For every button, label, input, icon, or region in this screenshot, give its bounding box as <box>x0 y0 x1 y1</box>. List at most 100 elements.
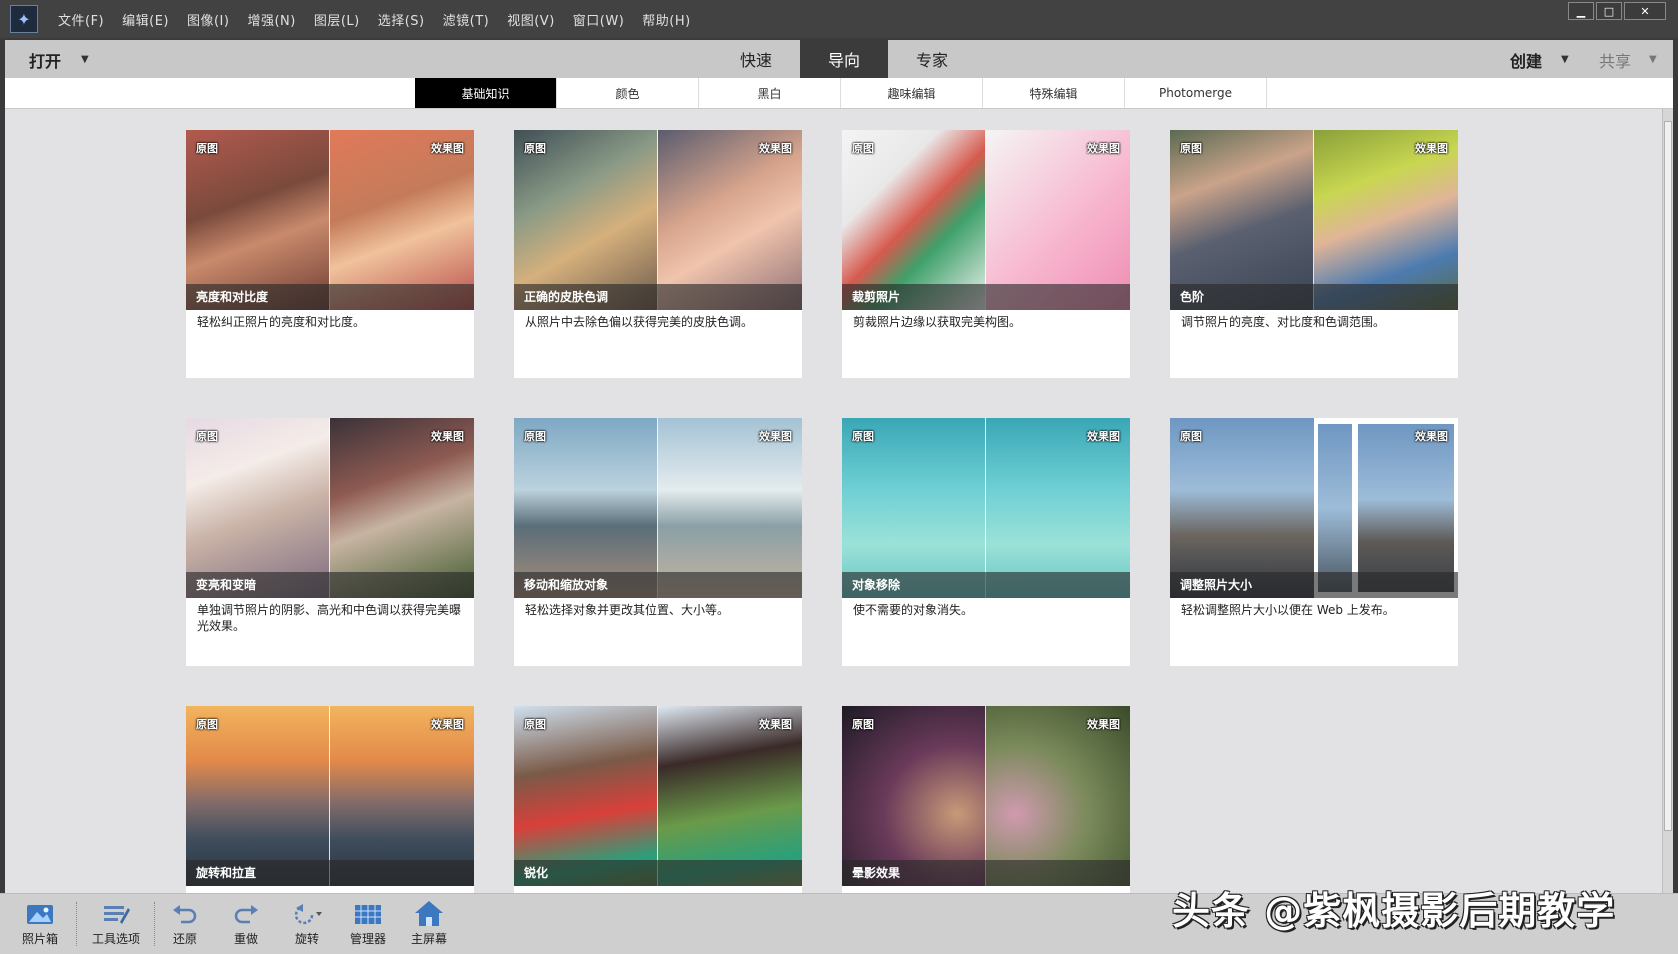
before-badge: 原图 <box>1180 430 1202 443</box>
card-object-removal[interactable]: 原图 效果图 对象移除 使不需要的对象消失。 <box>842 418 1130 666</box>
card-thumbnail: 原图 效果图 亮度和对比度 <box>186 130 474 310</box>
redo-label: 重做 <box>233 932 258 946</box>
scrollbar-thumb[interactable] <box>1664 121 1672 831</box>
menu-select[interactable]: 选择(S) <box>378 10 425 29</box>
guided-edit-grid: 原图 效果图 亮度和对比度 轻松纠正照片的亮度和对比度。 原图 效果图 正确的皮… <box>5 109 1662 893</box>
open-button[interactable]: 打开 <box>29 48 61 72</box>
minimize-button[interactable]: ▁ <box>1568 2 1594 20</box>
after-badge: 效果图 <box>1087 430 1120 443</box>
after-badge: 效果图 <box>1415 142 1448 155</box>
card-lighten-darken[interactable]: 原图 效果图 变亮和变暗 单独调节照片的阴影、高光和中色调以获得完美曝光效果。 <box>186 418 474 666</box>
card-title: 裁剪照片 <box>842 284 1130 310</box>
card-description: 剪裁照片边缘以获取完美构图。 <box>853 315 1022 329</box>
card-skin-tone[interactable]: 原图 效果图 正确的皮肤色调 从照片中去除色偏以获得完美的皮肤色调。 <box>514 130 802 378</box>
before-badge: 原图 <box>1180 142 1202 155</box>
app-logo-icon: ✦ <box>10 5 38 33</box>
before-badge: 原图 <box>196 430 218 443</box>
after-badge: 效果图 <box>1087 142 1120 155</box>
photo-bin-button[interactable]: 照片箱 <box>10 900 70 947</box>
card-title: 晕影效果 <box>842 860 1130 886</box>
card-description: 轻松选择对象并更改其位置、大小等。 <box>525 603 730 617</box>
content-scrollbar[interactable] <box>1662 109 1673 893</box>
mode-quick[interactable]: 快速 <box>712 40 800 78</box>
home-label: 主屏幕 <box>410 932 447 946</box>
create-dropdown-icon[interactable]: ▼ <box>1561 54 1569 65</box>
after-badge: 效果图 <box>431 718 464 731</box>
before-badge: 原图 <box>852 718 874 731</box>
tab-color[interactable]: 颜色 <box>557 78 699 108</box>
card-thumbnail: 原图 效果图 正确的皮肤色调 <box>514 130 802 310</box>
organizer-button[interactable]: 管理器 <box>338 900 398 947</box>
share-button[interactable]: 共享 <box>1599 48 1631 72</box>
card-title: 亮度和对比度 <box>186 284 474 310</box>
before-badge: 原图 <box>524 142 546 155</box>
menu-list: 文件(F) 编辑(E) 图像(I) 增强(N) 图层(L) 选择(S) 滤镜(T… <box>58 0 709 38</box>
after-badge: 效果图 <box>1087 718 1120 731</box>
menu-image[interactable]: 图像(I) <box>187 10 229 29</box>
card-crop-photo[interactable]: 原图 效果图 裁剪照片 剪裁照片边缘以获取完美构图。 <box>842 130 1130 378</box>
card-brightness-contrast[interactable]: 原图 效果图 亮度和对比度 轻松纠正照片的亮度和对比度。 <box>186 130 474 378</box>
card-title: 旋转和拉直 <box>186 860 474 886</box>
card-thumbnail: 原图 效果图 调整照片大小 <box>1170 418 1458 598</box>
rotate-icon <box>292 900 322 928</box>
watermark-text: 头条 @紫枫摄影后期教学 <box>1172 889 1616 933</box>
card-description: 调节照片的亮度、对比度和色调范围。 <box>1181 315 1386 329</box>
tool-options-button[interactable]: 工具选项 <box>86 900 146 947</box>
after-badge: 效果图 <box>759 430 792 443</box>
tool-options-icon <box>101 900 131 928</box>
redo-button[interactable]: 重做 <box>216 900 276 947</box>
open-dropdown-icon[interactable]: ▼ <box>81 54 89 65</box>
before-badge: 原图 <box>852 142 874 155</box>
card-title: 移动和缩放对象 <box>514 572 802 598</box>
tab-photomerge[interactable]: Photomerge <box>1125 78 1267 108</box>
menu-window[interactable]: 窗口(W) <box>573 10 625 29</box>
tab-black-white[interactable]: 黑白 <box>699 78 841 108</box>
share-dropdown-icon[interactable]: ▼ <box>1649 54 1657 65</box>
rotate-button[interactable]: 旋转 <box>277 900 337 947</box>
after-badge: 效果图 <box>759 142 792 155</box>
card-vignette[interactable]: 原图 效果图 晕影效果 <box>842 706 1130 893</box>
mode-guided[interactable]: 导向 <box>800 40 888 78</box>
category-tabs: 基础知识 颜色 黑白 趣味编辑 特殊编辑 Photomerge <box>415 78 1267 108</box>
tab-basics[interactable]: 基础知识 <box>415 78 557 108</box>
home-icon <box>414 900 444 928</box>
card-description: 使不需要的对象消失。 <box>853 603 974 617</box>
undo-button[interactable]: 还原 <box>155 900 215 947</box>
menu-help[interactable]: 帮助(H) <box>642 10 690 29</box>
after-badge: 效果图 <box>759 718 792 731</box>
undo-label: 还原 <box>172 932 197 946</box>
menu-layer[interactable]: 图层(L) <box>314 10 360 29</box>
card-description: 从照片中去除色偏以获得完美的皮肤色调。 <box>525 315 754 329</box>
card-levels[interactable]: 原图 效果图 色阶 调节照片的亮度、对比度和色调范围。 <box>1170 130 1458 378</box>
card-thumbnail: 原图 效果图 旋转和拉直 <box>186 706 474 886</box>
menu-enhance[interactable]: 增强(N) <box>247 10 295 29</box>
card-move-scale[interactable]: 原图 效果图 移动和缩放对象 轻松选择对象并更改其位置、大小等。 <box>514 418 802 666</box>
home-screen-button[interactable]: 主屏幕 <box>399 900 459 947</box>
mode-expert[interactable]: 专家 <box>888 40 976 78</box>
card-description: 轻松调整照片大小以便在 Web 上发布。 <box>1181 603 1395 617</box>
card-title: 色阶 <box>1170 284 1458 310</box>
photo-bin-icon <box>25 900 55 928</box>
rotate-label: 旋转 <box>294 932 319 946</box>
create-button[interactable]: 创建 <box>1510 48 1542 72</box>
card-title: 正确的皮肤色调 <box>514 284 802 310</box>
card-resize-photo[interactable]: 原图 效果图 调整照片大小 轻松调整照片大小以便在 Web 上发布。 <box>1170 418 1458 666</box>
close-button[interactable]: ✕ <box>1624 2 1666 20</box>
menu-filter[interactable]: 滤镜(T) <box>443 10 490 29</box>
menu-view[interactable]: 视图(V) <box>507 10 555 29</box>
card-thumbnail: 原图 效果图 色阶 <box>1170 130 1458 310</box>
maximize-button[interactable]: □ <box>1596 2 1622 20</box>
card-rotate-straighten[interactable]: 原图 效果图 旋转和拉直 <box>186 706 474 893</box>
card-sharpen[interactable]: 原图 效果图 锐化 <box>514 706 802 893</box>
tab-fun-edits[interactable]: 趣味编辑 <box>841 78 983 108</box>
card-description: 单独调节照片的阴影、高光和中色调以获得完美曝光效果。 <box>197 603 462 633</box>
menu-file[interactable]: 文件(F) <box>58 10 104 29</box>
after-badge: 效果图 <box>431 430 464 443</box>
redo-icon <box>231 900 261 928</box>
card-thumbnail: 原图 效果图 移动和缩放对象 <box>514 418 802 598</box>
card-title: 调整照片大小 <box>1170 572 1458 598</box>
card-title: 锐化 <box>514 860 802 886</box>
tab-special-edits[interactable]: 特殊编辑 <box>983 78 1125 108</box>
organizer-label: 管理器 <box>349 932 386 946</box>
menu-edit[interactable]: 编辑(E) <box>122 10 169 29</box>
